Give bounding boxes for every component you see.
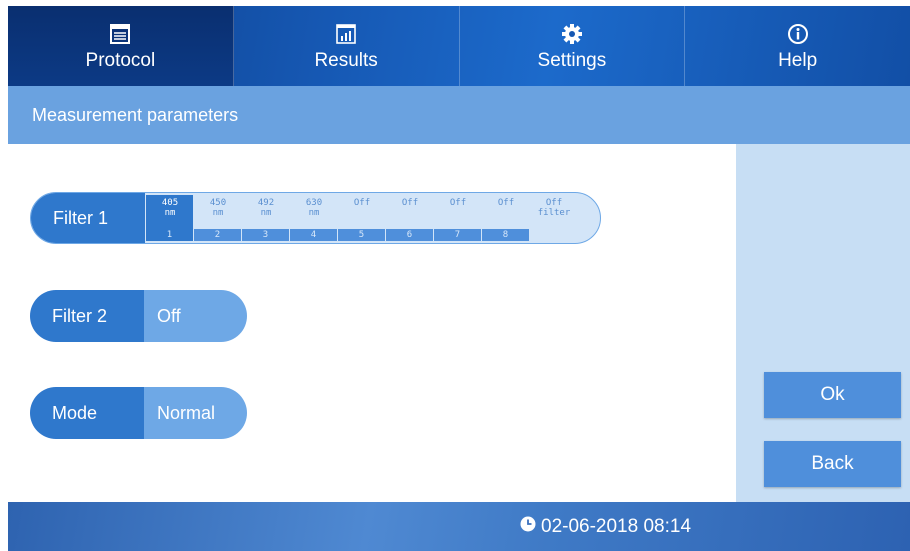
tab-settings[interactable]: Settings: [460, 6, 686, 86]
filter-option-3[interactable]: 492 nm: [242, 198, 290, 218]
filter-option-8[interactable]: Off: [482, 198, 530, 208]
filter-option-7[interactable]: Off: [434, 198, 482, 208]
filter2-label: Filter 2: [30, 290, 144, 342]
protocol-icon: [109, 20, 131, 48]
action-panel: Ok Back: [736, 144, 910, 502]
page-title: Measurement parameters: [32, 104, 239, 125]
filter-option-2[interactable]: 450 nm: [194, 198, 242, 218]
datetime: 02-06-2018 08:14: [541, 516, 692, 537]
filter1-label: Filter 1: [31, 193, 145, 243]
filter-index: 6: [386, 229, 433, 241]
tab-label: Results: [314, 50, 378, 71]
results-chart-icon: [335, 20, 357, 48]
status-bar: 02-06-2018 08:14: [8, 502, 910, 551]
tab-results[interactable]: Results: [234, 6, 460, 86]
filter-option-5[interactable]: Off: [338, 198, 386, 208]
clock-icon: [520, 516, 536, 538]
tab-label: Settings: [537, 50, 607, 71]
gear-icon: [561, 20, 583, 48]
tab-protocol[interactable]: Protocol: [8, 6, 234, 86]
top-navigation: Protocol Results Settings Help: [8, 6, 910, 86]
filter-index: 8: [482, 229, 529, 241]
tab-help[interactable]: Help: [685, 6, 910, 86]
back-button[interactable]: Back: [764, 441, 901, 487]
filter1-selector: Filter 1 405 nm 450 nm 492 nm 630 nm Off Off…: [30, 192, 601, 244]
info-icon: [787, 20, 809, 48]
filter-index: 1: [146, 229, 193, 241]
ok-button[interactable]: Ok: [764, 372, 901, 418]
filter-index: 4: [290, 229, 337, 241]
filter-option-1[interactable]: 405 nm: [146, 198, 194, 218]
filter-option-6[interactable]: Off: [386, 198, 434, 208]
filter-option-4[interactable]: 630 nm: [290, 198, 338, 218]
clock: 02-06-2018 08:14: [520, 516, 691, 538]
tab-label: Protocol: [85, 50, 156, 71]
filter-index: 2: [194, 229, 241, 241]
tab-label: Help: [778, 50, 818, 71]
filter2-selector[interactable]: Filter 2 Off: [30, 290, 247, 342]
filter-index: 3: [242, 229, 289, 241]
mode-selector[interactable]: Mode Normal: [30, 387, 247, 439]
filter-option-off[interactable]: Off filter: [530, 198, 578, 218]
page-title-bar: Measurement parameters: [8, 86, 910, 144]
mode-value: Normal: [144, 387, 247, 439]
filter-index: 5: [338, 229, 385, 241]
filter-index: 7: [434, 229, 481, 241]
filter1-options: 405 nm 450 nm 492 nm 630 nm Off Off Off Off …: [145, 193, 600, 243]
mode-label: Mode: [30, 387, 144, 439]
filter2-value: Off: [144, 290, 247, 342]
